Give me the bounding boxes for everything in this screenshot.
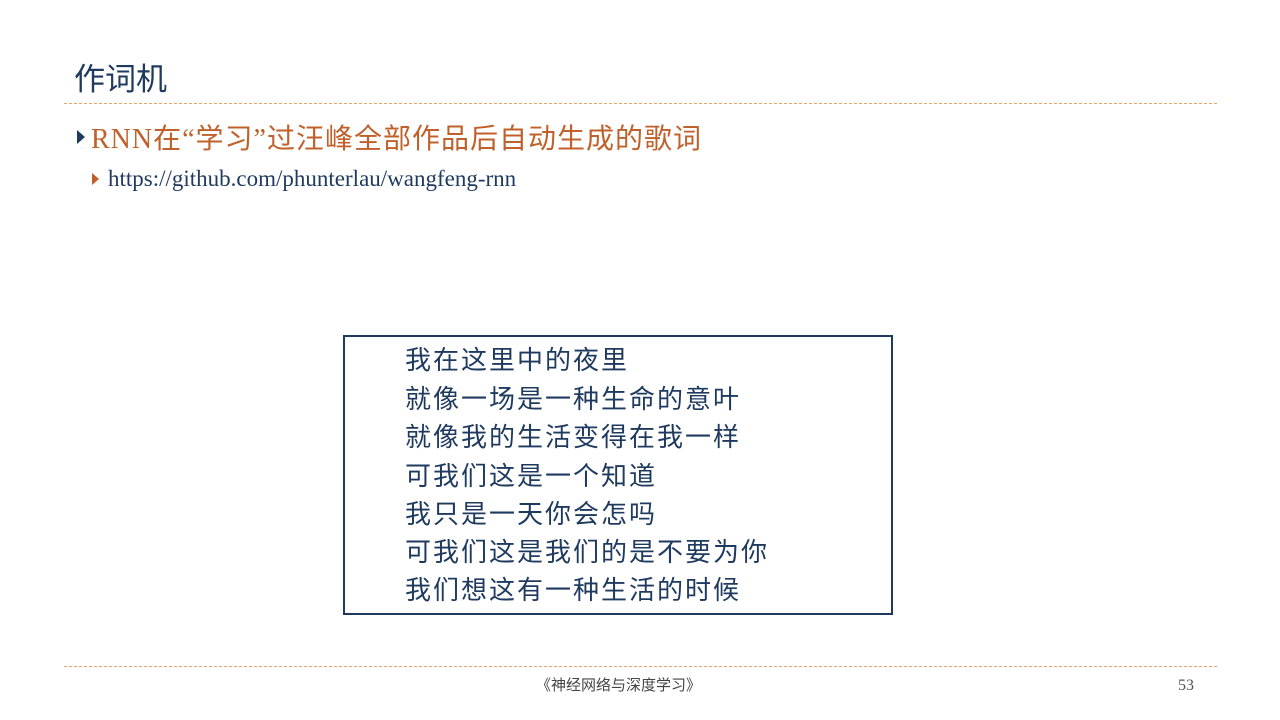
bullet-triangle-icon <box>77 130 85 144</box>
footer-divider <box>64 666 1217 667</box>
footer-book-title: 《神经网络与深度学习》 <box>536 676 702 694</box>
lyric-line: 就像我的生活变得在我一样 <box>405 423 742 453</box>
bullet-text-rnn: RNN在“学习”过汪峰全部作品后自动生成的歌词 <box>91 124 702 155</box>
lyric-line: 可我们这是我们的是不要为你 <box>405 538 770 568</box>
bullet-level-2: https://github.com/phunterlau/wangfeng-r… <box>92 164 516 194</box>
bullet-triangle-icon <box>92 173 99 185</box>
lyrics-box: 我在这里中的夜里 就像一场是一种生命的意叶 就像我的生活变得在我一样 可我们这是… <box>343 335 893 615</box>
lyric-line: 我们想这有一种生活的时候 <box>405 576 742 606</box>
github-link[interactable]: https://github.com/phunterlau/wangfeng-r… <box>108 166 516 192</box>
lyric-line: 就像一场是一种生命的意叶 <box>405 385 742 415</box>
bullet-level-1: RNN在“学习”过汪峰全部作品后自动生成的歌词 <box>77 118 702 156</box>
slide-title: 作词机 <box>74 62 167 98</box>
lyric-line: 可我们这是一个知道 <box>405 462 658 492</box>
lyric-line: 我只是一天你会怎吗 <box>405 500 658 530</box>
title-divider <box>64 103 1217 104</box>
page-number: 53 <box>1178 677 1194 694</box>
lyric-line: 我在这里中的夜里 <box>405 346 630 376</box>
